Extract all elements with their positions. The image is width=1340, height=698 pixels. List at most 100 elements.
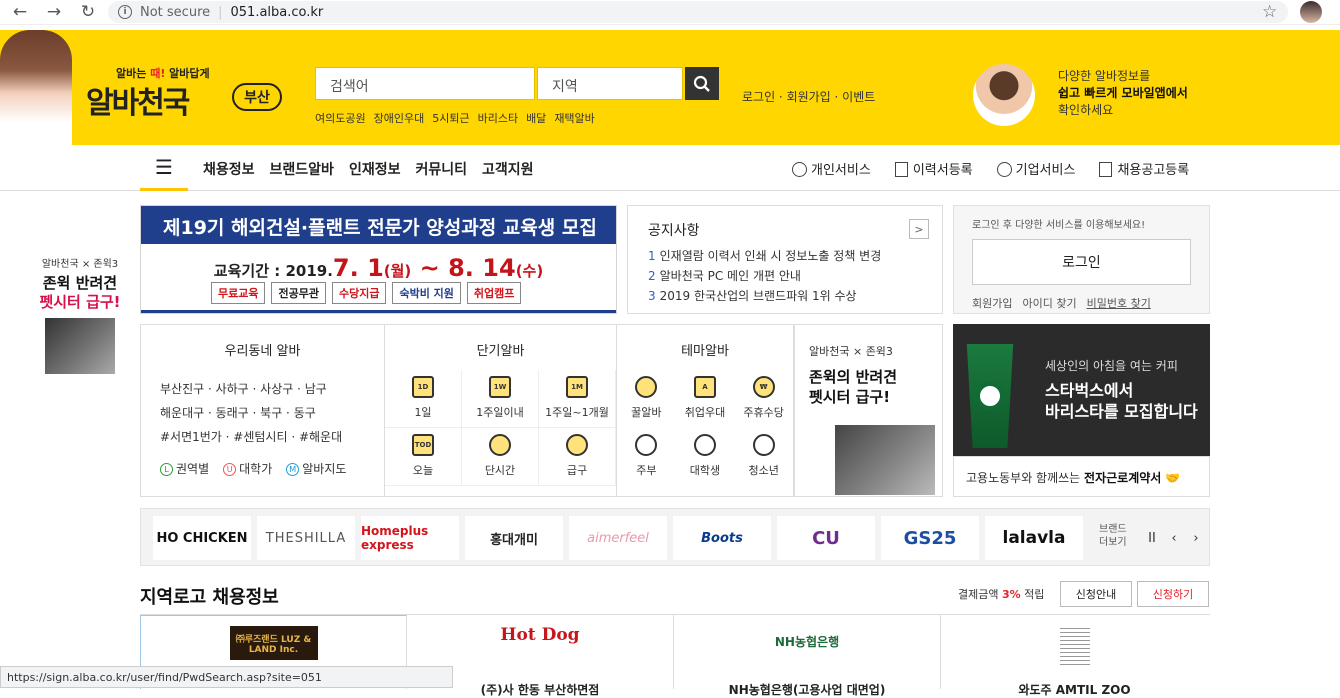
back-icon[interactable]: ← <box>6 1 34 23</box>
housewife-face-icon <box>635 434 658 456</box>
brand-logo[interactable]: aimerfeel <box>569 516 667 560</box>
login-button[interactable]: 로그인 <box>972 239 1191 285</box>
starbucks-cup-image <box>966 344 1014 448</box>
banner-period: 교육기간 : 2019.7. 1(월) ~ 8. 14(수) <box>213 254 544 282</box>
apply-guide-button[interactable]: 신청안내 <box>1060 581 1132 607</box>
brand-logo[interactable]: Boots <box>673 516 771 560</box>
personal-service-link[interactable]: 개인서비스 <box>792 159 871 178</box>
brand-logo[interactable]: lalavla <box>985 516 1083 560</box>
nav-brand[interactable]: 브랜드알바 <box>270 159 334 179</box>
short-item-short-hours[interactable]: 단시간 <box>462 428 539 486</box>
brand-logo[interactable]: CU <box>777 516 875 560</box>
theme-item-teen[interactable]: 청소년 <box>734 428 793 486</box>
region-line[interactable]: 부산진구 · 사하구 · 사상구 · 남구 <box>160 377 384 401</box>
reload-icon[interactable]: ↻ <box>74 1 102 23</box>
brand-logo[interactable]: GS25 <box>881 516 979 560</box>
search-button[interactable] <box>685 67 719 100</box>
brand-logo[interactable]: THESHILLA <box>257 516 355 560</box>
hamburger-menu-icon[interactable]: ☰ <box>140 145 188 191</box>
short-item-1week[interactable]: 1W 1주일이내 <box>462 370 539 428</box>
region-line[interactable]: 해운대구 · 동래구 · 북구 · 동구 <box>160 401 384 425</box>
theme-item-student[interactable]: 대학생 <box>676 428 735 486</box>
building-icon <box>996 162 1012 177</box>
clock-icon <box>489 434 511 456</box>
notice-more-button[interactable]: > <box>909 219 929 239</box>
side-promo[interactable]: 알바천국 × 존윅3 존윅 반려견 펫시터 급구! <box>30 255 130 374</box>
region-line[interactable]: #서면1번가 · #센텀시티 · #해운대 <box>160 425 384 449</box>
brand-more-link[interactable]: 브랜드 더보기 <box>1099 523 1127 549</box>
job-card[interactable]: 와도주 AMTIL ZOO <box>941 615 1208 697</box>
brand-logo[interactable]: 홍대개미 <box>465 516 563 560</box>
search-input[interactable]: 검색어 <box>315 67 535 100</box>
link-by-university[interactable]: U 대학가 <box>223 460 272 477</box>
short-term-jobs: 단기알바 1D 1일 1W 1주일이내 1M 1주일~1개월 TOD 오늘 단시간 급구 <box>385 325 617 496</box>
honeycomb-icon <box>635 376 658 398</box>
region-button[interactable]: 부산 <box>232 83 282 111</box>
profile-avatar[interactable] <box>1300 1 1322 23</box>
job-post-register-link[interactable]: 채용공고등록 <box>1099 159 1189 178</box>
short-item-urgent[interactable]: 급구 <box>539 428 616 486</box>
dog-image <box>45 318 115 374</box>
job-card[interactable]: NH농협은행 NH농협은행(고용사업 대면업) <box>674 615 941 697</box>
theme-item-honey[interactable]: 꿀알바 <box>617 370 676 428</box>
theme-item-housewife[interactable]: 주부 <box>617 428 676 486</box>
find-id-link[interactable]: 아이디 찾기 <box>1022 295 1076 311</box>
siren-icon <box>566 434 588 456</box>
link-job-map[interactable]: M 알바지도 <box>286 460 346 477</box>
keyword-link[interactable]: 5시퇴근 <box>432 110 469 126</box>
area-input[interactable]: 지역 <box>537 67 683 100</box>
post-icon <box>1099 162 1113 177</box>
short-item-1month[interactable]: 1M 1주일~1개월 <box>539 370 616 428</box>
theme-item-employment[interactable]: A 취업우대 <box>676 370 735 428</box>
theme-item-holiday-pay[interactable]: ₩ 주휴수당 <box>734 370 793 428</box>
prev-icon[interactable]: ‹ <box>1163 524 1185 552</box>
keyword-link[interactable]: 재택알바 <box>554 110 594 126</box>
link-by-area[interactable]: L 권역별 <box>160 460 209 477</box>
banner-title: 제19기 해외건설·플랜트 전문가 양성과정 교육생 모집 <box>141 206 616 244</box>
main-banner[interactable]: 제19기 해외건설·플랜트 전문가 양성과정 교육생 모집 교육기간 : 201… <box>140 205 617 314</box>
nav-talent[interactable]: 인재정보 <box>349 159 401 179</box>
bookmark-star-icon[interactable]: ☆ <box>1262 2 1277 22</box>
short-item-1day[interactable]: 1D 1일 <box>385 370 462 428</box>
company-service-link[interactable]: 기업서비스 <box>996 159 1075 178</box>
document-icon <box>894 162 908 177</box>
section-title: 지역로고 채용정보 <box>140 587 279 608</box>
brand-carousel: HO CHICKEN THESHILLA Homeplus express 홍대… <box>140 508 1210 566</box>
notice-item[interactable]: 3 2019 한국산업의 브랜드파워 1위 수상 <box>648 286 922 306</box>
info-icon[interactable]: i <box>118 5 132 19</box>
notice-item[interactable]: 1 인재열람 이력서 인쇄 시 정보노출 정책 변경 <box>648 246 922 266</box>
short-item-today[interactable]: TOD 오늘 <box>385 428 462 486</box>
notice-item[interactable]: 2 알바천국 PC 메인 개편 안내 <box>648 266 922 286</box>
local-jobs: 우리동네 알바 부산진구 · 사하구 · 사상구 · 남구 해운대구 · 동래구… <box>141 325 385 496</box>
starbucks-logo-icon <box>976 382 1004 410</box>
theme-title: 테마알바 <box>681 344 729 359</box>
keyword-link[interactable]: 장애인우대 <box>374 110 425 126</box>
apply-button[interactable]: 신청하기 <box>1137 581 1209 607</box>
starbucks-ad[interactable]: 세상인의 아침을 여는 커피 스타벅스에서 바리스타를 모집합니다 <box>953 324 1210 456</box>
signup-link[interactable]: 회원가입 <box>972 295 1012 311</box>
banner-tag: 숙박비 지원 <box>392 282 461 304</box>
account-links[interactable]: 로그인 · 회원가입 · 이벤트 <box>742 88 875 105</box>
find-password-link[interactable]: 비밀번호 찾기 <box>1087 295 1151 311</box>
nav-community[interactable]: 커뮤니티 <box>415 159 467 179</box>
keyword-link[interactable]: 여의도공원 <box>315 110 366 126</box>
url-text[interactable]: 051.alba.co.kr <box>231 5 324 20</box>
resume-register-link[interactable]: 이력서등록 <box>894 159 973 178</box>
keyword-link[interactable]: 배달 <box>526 110 546 126</box>
app-promo[interactable]: 다양한 알바정보를 쉽고 빠르게 모바일앱에서 확인하세요 <box>1058 68 1188 119</box>
site-header: 알바는 때! 알바답게 알바천국 부산 검색어 지역 여의도공원 장애인우대 5… <box>0 30 1340 145</box>
calendar-1m-icon: 1M <box>566 376 588 398</box>
address-bar[interactable]: i Not secure | 051.alba.co.kr <box>108 1 1288 23</box>
site-logo[interactable]: 알바천국 <box>86 78 190 122</box>
forward-icon[interactable]: → <box>40 1 68 23</box>
brand-logo[interactable]: HO CHICKEN <box>153 516 251 560</box>
labor-contract-link[interactable]: 고용노동부와 함께쓰는 전자근로계약서 🤝 <box>953 456 1210 497</box>
nav-support[interactable]: 고객지원 <box>482 159 534 179</box>
pause-icon[interactable]: II <box>1141 524 1163 552</box>
brand-logo[interactable]: Homeplus express <box>361 516 459 560</box>
search-icon <box>693 75 710 92</box>
keyword-link[interactable]: 바리스타 <box>478 110 518 126</box>
nav-jobs[interactable]: 채용정보 <box>203 159 255 179</box>
next-icon[interactable]: › <box>1185 524 1207 552</box>
john-wick-promo[interactable]: 알바천국 × 존윅3 존윅의 반려견 펫시터 급구! <box>794 324 943 497</box>
